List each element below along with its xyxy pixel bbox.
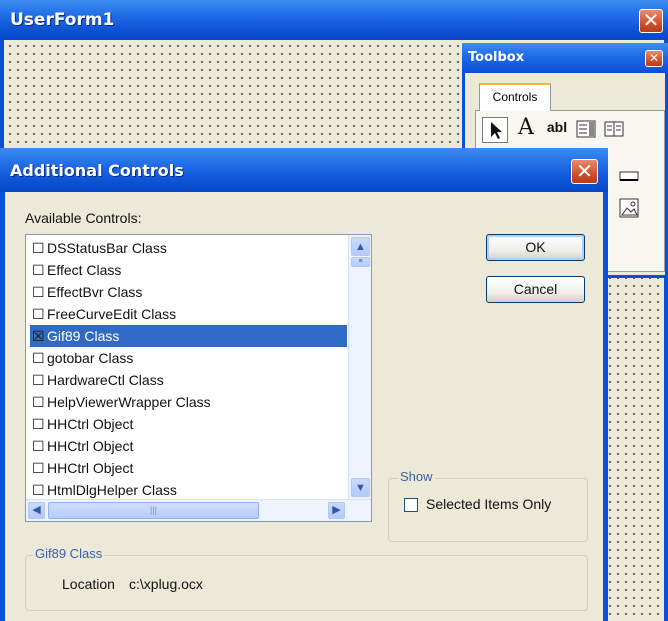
toolbox-title-bar[interactable]: Toolbox ✕	[462, 43, 668, 73]
list-item-selected[interactable]: ☒ Gif89 Class	[30, 325, 347, 347]
listbox-icon[interactable]	[604, 119, 624, 139]
list-item[interactable]: ☐ gotobar Class	[32, 347, 133, 369]
select-arrow-icon[interactable]	[482, 117, 508, 143]
checkbox-icon[interactable]: ☐	[32, 281, 45, 303]
list-item[interactable]: ☐ HardwareCtl Class	[32, 369, 164, 391]
checkbox-icon[interactable]: ☐	[32, 457, 45, 479]
show-group-label: Show	[398, 469, 435, 484]
label-icon[interactable]: A	[514, 115, 538, 143]
checkbox-icon[interactable]: ☐	[32, 391, 45, 413]
vertical-scrollbar[interactable]: ▲ ≡ ▼	[348, 235, 371, 499]
list-item[interactable]: ☐ HHCtrl Object	[32, 457, 133, 479]
list-item[interactable]: ☐ DSStatusBar Class	[32, 237, 167, 259]
horizontal-scrollbar[interactable]: ◀ ||| ▶	[26, 499, 371, 521]
location-label: Location	[62, 576, 115, 592]
available-controls-list[interactable]: ☐ DSStatusBar Class ☐ Effect Class ☐ Effect…	[25, 234, 372, 522]
scroll-left-icon[interactable]: ◀	[28, 502, 45, 519]
horizontal-scroll-thumb[interactable]: |||	[48, 502, 259, 519]
toolbox-title: Toolbox	[468, 50, 525, 65]
combobox-icon[interactable]	[576, 119, 596, 139]
checked-checkbox-icon[interactable]: ☒	[32, 325, 45, 347]
selected-items-only-checkbox[interactable]	[404, 498, 418, 512]
available-controls-label: Available Controls:	[25, 210, 142, 226]
scroll-down-icon[interactable]: ▼	[351, 478, 370, 497]
dialog-close-button[interactable]: ✕	[571, 159, 598, 184]
checkbox-icon[interactable]: ☐	[32, 435, 45, 457]
cancel-button[interactable]: Cancel	[486, 276, 585, 303]
checkbox-icon[interactable]: ☐	[32, 303, 45, 325]
list-item[interactable]: ☐ Effect Class	[32, 259, 121, 281]
command-button-icon[interactable]	[618, 169, 640, 183]
list-item[interactable]: ☐ FreeCurveEdit Class	[32, 303, 176, 325]
scroll-up-icon[interactable]: ▲	[351, 237, 370, 256]
checkbox-icon[interactable]: ☐	[32, 237, 45, 259]
checkbox-icon[interactable]: ☐	[32, 347, 45, 369]
scroll-thumb[interactable]: ≡	[351, 257, 370, 267]
additional-controls-dialog: Additional Controls ✕ Available Controls…	[0, 148, 608, 621]
userform-title: UserForm1	[10, 10, 115, 30]
dialog-title: Additional Controls	[10, 161, 184, 180]
control-info-group-label: Gif89 Class	[33, 546, 105, 561]
checkbox-icon[interactable]: ☐	[32, 259, 45, 281]
checkbox-icon[interactable]: ☐	[32, 413, 45, 435]
scroll-right-icon[interactable]: ▶	[328, 502, 345, 519]
image-icon[interactable]	[618, 197, 640, 219]
list-item[interactable]: ☐ HHCtrl Object	[32, 435, 133, 457]
list-item[interactable]: ☐ EffectBvr Class	[32, 281, 142, 303]
textbox-icon[interactable]: abl	[542, 119, 572, 141]
tab-controls[interactable]: Controls	[479, 83, 551, 111]
dialog-body: Available Controls: ☐ DSStatusBar Class ☐…	[5, 192, 603, 621]
list-item[interactable]: ☐ HtmlDlgHelper Class	[32, 479, 177, 501]
checkbox-icon[interactable]: ☐	[32, 369, 45, 391]
list-item[interactable]: ☐ HelpViewerWrapper Class	[32, 391, 211, 413]
toolbox-close-button[interactable]: ✕	[645, 50, 663, 67]
userform-close-button[interactable]: ✕	[639, 9, 663, 33]
selected-items-only-label[interactable]: Selected Items Only	[426, 496, 551, 512]
ok-button[interactable]: OK	[486, 234, 585, 261]
location-value: c:\xplug.ocx	[129, 576, 203, 592]
checkbox-icon[interactable]: ☐	[32, 479, 45, 501]
list-item[interactable]: ☐ HHCtrl Object	[32, 413, 133, 435]
userform-title-bar[interactable]: UserForm1 ✕	[0, 0, 668, 40]
dialog-title-bar[interactable]: Additional Controls ✕	[0, 148, 608, 192]
